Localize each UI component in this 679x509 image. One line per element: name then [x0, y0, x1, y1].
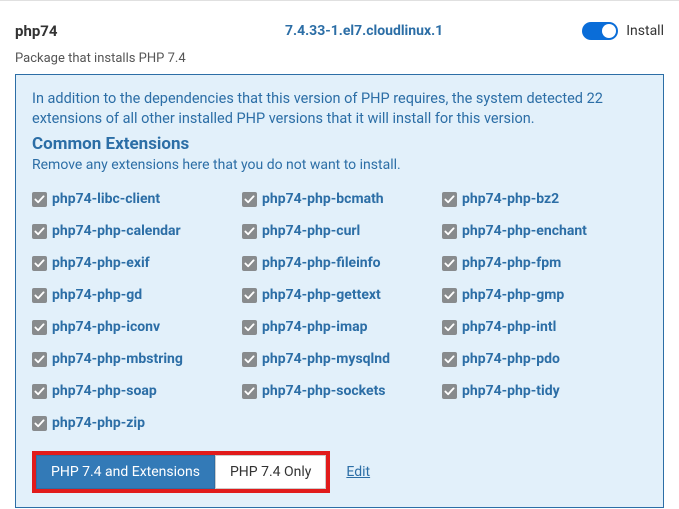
extension-checkbox[interactable] [442, 256, 457, 271]
extension-label: php74-php-mysqlnd [262, 351, 390, 367]
extension-item: php74-php-bz2 [442, 183, 647, 215]
extension-label: php74-php-sockets [262, 383, 386, 399]
extension-checkbox[interactable] [32, 320, 47, 335]
extension-item: php74-php-bcmath [242, 183, 442, 215]
extension-label: php74-php-imap [262, 319, 367, 335]
panel-sub: Remove any extensions here that you do n… [32, 157, 647, 173]
extension-item: php74-php-zip [32, 407, 242, 439]
extension-checkbox[interactable] [32, 384, 47, 399]
edit-link[interactable]: Edit [346, 464, 370, 480]
extension-label: php74-php-iconv [52, 319, 160, 335]
extension-item: php74-php-intl [442, 311, 647, 343]
extension-item: php74-php-gd [32, 279, 242, 311]
extension-label: php74-php-enchant [462, 223, 587, 239]
extension-checkbox[interactable] [442, 320, 457, 335]
highlighted-button-group: PHP 7.4 and Extensions PHP 7.4 Only [32, 451, 330, 493]
extension-label: php74-php-calendar [52, 223, 181, 239]
install-toggle-label: Install [626, 23, 664, 39]
install-only-button[interactable]: PHP 7.4 Only [215, 455, 326, 489]
extension-item: php74-php-mysqlnd [242, 343, 442, 375]
extension-checkbox[interactable] [442, 352, 457, 367]
extension-checkbox[interactable] [442, 224, 457, 239]
extension-label: php74-php-fileinfo [262, 255, 381, 271]
extension-label: php74-php-exif [52, 255, 150, 271]
extension-checkbox[interactable] [442, 288, 457, 303]
extension-item: php74-php-pdo [442, 343, 647, 375]
extension-item: php74-php-gettext [242, 279, 442, 311]
extension-item: php74-php-iconv [32, 311, 242, 343]
package-description: Package that installs PHP 7.4 [15, 51, 664, 66]
install-with-extensions-button[interactable]: PHP 7.4 and Extensions [36, 455, 215, 489]
extension-label: php74-php-gettext [262, 287, 381, 303]
extension-label: php74-libc-client [52, 191, 160, 207]
extension-item: php74-php-enchant [442, 215, 647, 247]
extension-checkbox[interactable] [242, 192, 257, 207]
extension-label: php74-php-curl [262, 223, 360, 239]
extension-checkbox[interactable] [242, 352, 257, 367]
extension-checkbox[interactable] [32, 416, 47, 431]
extension-checkbox[interactable] [32, 192, 47, 207]
extension-item: php74-php-mbstring [32, 343, 242, 375]
extension-label: php74-php-gmp [462, 287, 564, 303]
extension-item: php74-php-calendar [32, 215, 242, 247]
panel-note: In addition to the dependencies that thi… [32, 89, 647, 128]
extension-label: php74-php-bcmath [262, 191, 384, 207]
extension-checkbox[interactable] [32, 352, 47, 367]
extension-label: php74-php-bz2 [462, 191, 559, 207]
extension-checkbox[interactable] [32, 224, 47, 239]
extension-item: php74-php-sockets [242, 375, 442, 407]
extension-item: php74-php-fpm [442, 247, 647, 279]
extension-label: php74-php-zip [52, 415, 145, 431]
extension-label: php74-php-soap [52, 383, 157, 399]
extension-label: php74-php-gd [52, 287, 142, 303]
extensions-panel: In addition to the dependencies that thi… [15, 74, 664, 508]
extension-item: php74-php-curl [242, 215, 442, 247]
extension-item: php74-php-gmp [442, 279, 647, 311]
extension-checkbox[interactable] [32, 288, 47, 303]
extension-label: php74-php-mbstring [52, 351, 183, 367]
extension-label: php74-php-pdo [462, 351, 560, 367]
extension-item: php74-php-tidy [442, 375, 647, 407]
extension-checkbox[interactable] [242, 256, 257, 271]
extension-checkbox[interactable] [242, 384, 257, 399]
extension-checkbox[interactable] [32, 256, 47, 271]
extension-checkbox[interactable] [242, 320, 257, 335]
extension-checkbox[interactable] [442, 384, 457, 399]
extension-item: php74-php-soap [32, 375, 242, 407]
extension-item: php74-php-imap [242, 311, 442, 343]
package-version: 7.4.33-1.el7.cloudlinux.1 [285, 23, 582, 39]
extension-item: php74-php-fileinfo [242, 247, 442, 279]
panel-heading: Common Extensions [32, 134, 647, 154]
extension-label: php74-php-tidy [462, 383, 560, 399]
extension-item: php74-php-exif [32, 247, 242, 279]
package-name: php74 [15, 22, 285, 40]
extension-checkbox[interactable] [242, 288, 257, 303]
extension-checkbox[interactable] [242, 224, 257, 239]
extension-item: php74-libc-client [32, 183, 242, 215]
extension-checkbox[interactable] [442, 192, 457, 207]
extension-label: php74-php-fpm [462, 255, 561, 271]
install-toggle[interactable] [582, 22, 618, 40]
extension-label: php74-php-intl [462, 319, 556, 335]
